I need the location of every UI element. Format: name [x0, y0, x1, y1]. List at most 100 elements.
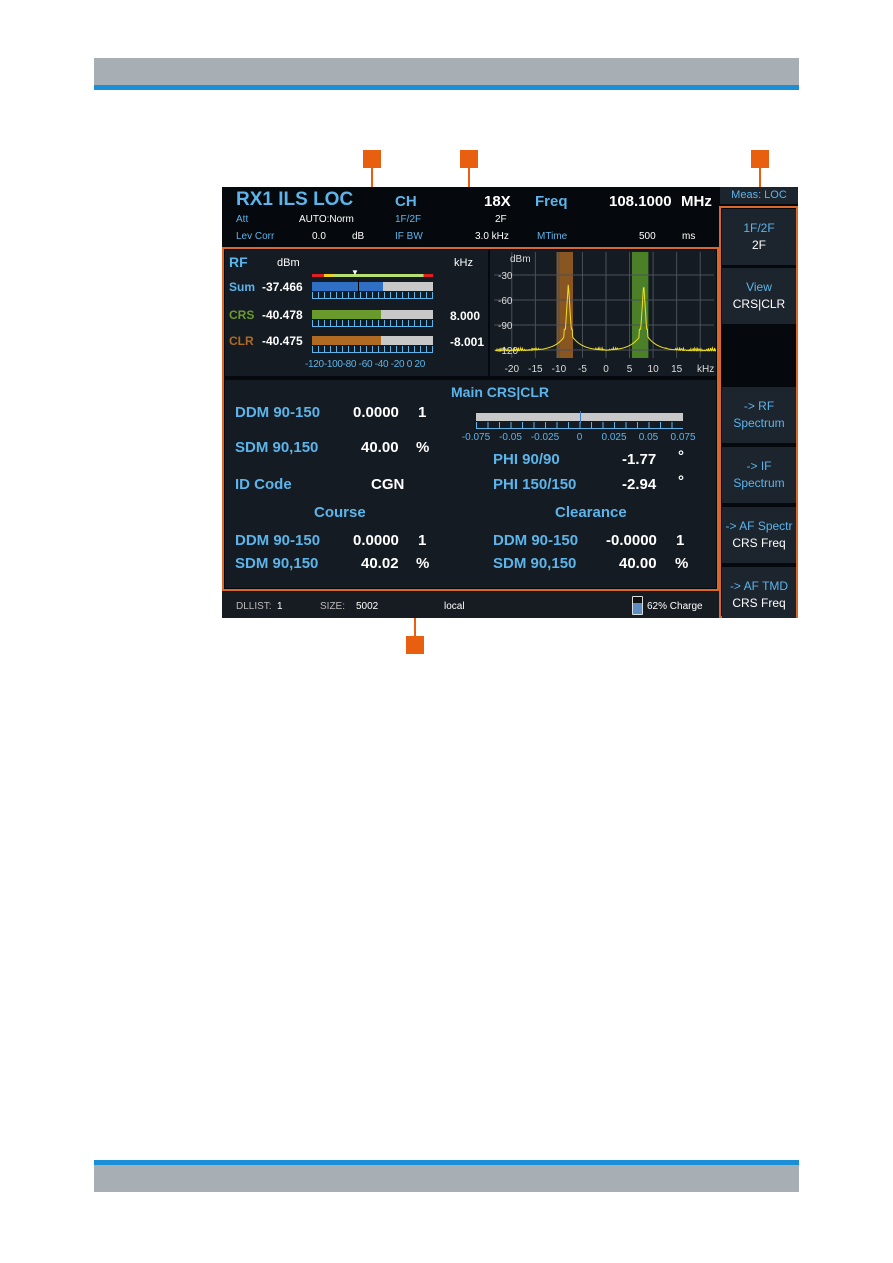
softkey-label: 1F/2F — [743, 221, 775, 235]
size-label: SIZE: — [320, 601, 346, 612]
spectrum-x-tick-label: -20 — [505, 364, 520, 375]
softkey-label: -> IF — [746, 459, 772, 473]
rf-scale-labels: -120-100-80 -60 -40 -20 0 20 — [305, 359, 426, 370]
ddm-scale-tick-label: 0 — [576, 432, 583, 443]
id-code-label: ID Code — [235, 476, 292, 493]
course-sdm-unit: % — [416, 555, 430, 572]
softkey-1[interactable]: 1F/2F 2F — [722, 209, 796, 265]
spectrum-x-tick-label: -15 — [528, 364, 543, 375]
sum-level-indicator-scale — [312, 274, 433, 277]
phi-150-value: -2.94 — [622, 476, 657, 493]
clearance-ddm-label: DDM 90-150 — [493, 532, 579, 549]
ddm-scale-tick-label: 0.05 — [638, 432, 659, 443]
status-bar: DLLIST: 1 SIZE: 5002 local 62% Charge — [222, 591, 719, 618]
course-ddm-label: DDM 90-150 — [235, 532, 321, 549]
measurement-title: RX1 ILS LOC — [236, 189, 354, 210]
ddm-bar-ticks — [476, 422, 683, 429]
rf-level-bar-fill — [312, 310, 381, 319]
channel-value[interactable]: 18X — [484, 193, 511, 210]
page-header-bar — [94, 58, 799, 85]
main-sdm-label: SDM 90,150 — [235, 439, 319, 456]
softkey-3[interactable]: -> RF Spectrum — [722, 387, 796, 443]
course-ddm-unit: 1 — [418, 532, 427, 549]
ddm-scale-tick-label: 0.025 — [601, 432, 627, 443]
rf-row-freq-offset: 8.000 — [450, 309, 481, 323]
channel-label: CH — [395, 193, 417, 210]
main-sdm-value: 40.00 — [361, 439, 399, 456]
spectrum-x-tick-label: 15 — [671, 364, 683, 375]
softkey-value: CRS|CLR — [732, 297, 786, 311]
softkey-5[interactable]: -> AF Spectr CRS Freq — [722, 507, 796, 563]
clearance-title: Clearance — [555, 504, 627, 521]
phi-90-label: PHI 90/90 — [493, 451, 560, 468]
rf-row-label: Sum — [229, 280, 256, 294]
rf-level-bar-fill — [312, 282, 384, 291]
size-value: 5002 — [356, 601, 379, 612]
id-code-value: CGN — [371, 476, 405, 493]
rf-level-panel: RF dBm kHz ▼ Sum -37.466 CRS -40.478 8.0… — [225, 250, 488, 376]
spectrum-y-tick-label: -60 — [498, 296, 513, 307]
levcorr-unit: dB — [352, 231, 365, 242]
spectrum-y-tick-label: -120 — [498, 346, 518, 357]
callout-marker-4 — [406, 636, 424, 654]
callout-marker-2 — [460, 150, 478, 168]
clearance-sdm-unit: % — [675, 555, 689, 572]
rf-level-bar — [312, 310, 433, 319]
mode-value: 2F — [495, 214, 507, 225]
softkey-2[interactable]: View CRS|CLR — [722, 268, 796, 324]
softkey-value: Spectrum — [733, 416, 785, 430]
softkey-6[interactable]: -> AF TMD CRS Freq — [722, 567, 796, 618]
battery-status: 62% Charge — [647, 601, 703, 612]
rf-level-ticks — [312, 346, 433, 353]
levcorr-label: Lev Corr — [236, 231, 275, 242]
softkey-value: CRS Freq — [732, 536, 786, 550]
mtime-unit: ms — [682, 231, 696, 242]
softkey-4[interactable]: -> IF Spectrum — [722, 447, 796, 503]
course-sdm-value: 40.02 — [361, 555, 399, 572]
ifbw-label: IF BW — [395, 231, 423, 242]
page-header-line — [94, 85, 799, 90]
course-ddm-value: 0.0000 — [353, 532, 399, 549]
rf-level-ticks — [312, 292, 433, 299]
phi-90-unit: ° — [678, 448, 684, 465]
spectrum-x-unit: kHz — [697, 364, 714, 375]
phi-150-unit: ° — [678, 473, 684, 490]
callout-marker-3 — [751, 150, 769, 168]
clearance-ddm-unit: 1 — [676, 532, 685, 549]
ddm-scale-tick-label: 0.075 — [670, 432, 696, 443]
rf-row-freq-offset: -8.001 — [450, 335, 485, 349]
main-ddm-unit: 1 — [418, 404, 427, 421]
main-results-panel: Main CRS|CLR DDM 90-150 0.0000 1 SDM 90,… — [225, 380, 716, 588]
rf-level-ticks — [312, 320, 433, 327]
rf-row-value: -40.475 — [262, 334, 303, 348]
mtime-value: 500 — [639, 231, 656, 242]
freq-label: Freq — [535, 193, 568, 210]
course-title: Course — [314, 504, 366, 521]
att-value: AUTO:Norm — [299, 214, 354, 225]
softkey-menu-title: Meas: LOC — [720, 187, 798, 204]
main-sdm-unit: % — [416, 439, 430, 456]
if-spectrum-panel[interactable]: -30 -60 -90 -120 -20 -15 -10 -5 0 5 10 15 dBm kHz — [490, 250, 716, 376]
level-marker-icon: ▼ — [351, 268, 359, 277]
phi-150-label: PHI 150/150 — [493, 476, 577, 493]
levcorr-value: 0.0 — [312, 231, 326, 242]
clearance-ddm-value: -0.0000 — [606, 532, 657, 549]
dllist-label: DLLIST: — [236, 601, 272, 612]
spectrum-x-tick-label: -5 — [578, 364, 587, 375]
rf-level-bar-fill — [312, 336, 381, 345]
main-ddm-label: DDM 90-150 — [235, 404, 321, 421]
clearance-sdm-value: 40.00 — [619, 555, 657, 572]
spectrum-y-tick-label: -90 — [498, 321, 513, 332]
rf-row-label: CLR — [229, 334, 254, 348]
freq-value[interactable]: 108.1000 — [609, 193, 672, 210]
course-sdm-label: SDM 90,150 — [235, 555, 319, 572]
rf-unit-dbm: dBm — [277, 257, 300, 269]
spectrum-y-tick-label: -30 — [498, 271, 513, 282]
softkey-value: 2F — [751, 238, 766, 252]
remote-mode: local — [444, 601, 465, 612]
instrument-screen: RX1 ILS LOC CH 18X Freq 108.1000 MHz Att… — [222, 187, 798, 618]
softkey-value: Spectrum — [733, 476, 785, 490]
main-ddm-value: 0.0000 — [353, 404, 399, 421]
ddm-scale-tick-label: -0.075 — [461, 432, 491, 443]
softkey-label: -> AF Spectr — [725, 519, 793, 533]
